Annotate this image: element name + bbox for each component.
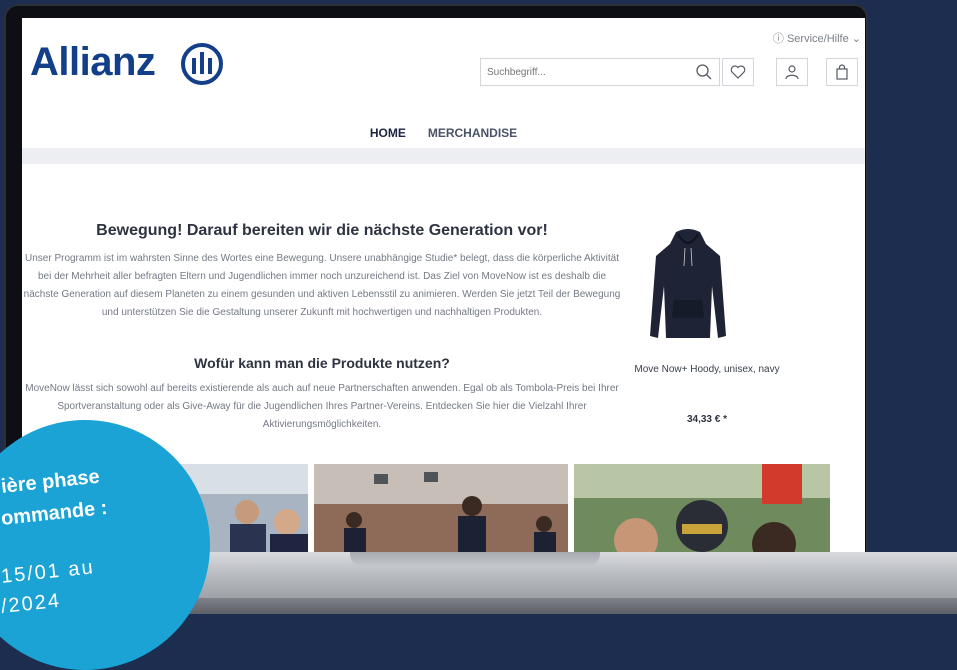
- product-price: 34,33 € *: [686, 414, 728, 425]
- allianz-eagle-logo[interactable]: [180, 42, 224, 86]
- section-heading-movement: Bewegung! Darauf bereiten wir die nächst…: [96, 222, 548, 239]
- search-box: [480, 58, 720, 86]
- section-heading-usage: Wofür kann man die Produkte nutzen?: [194, 355, 450, 371]
- heart-icon: [730, 65, 746, 79]
- allianz-logo-text[interactable]: Allianz: [30, 40, 156, 85]
- main-navigation: HOME MERCHANDISE: [22, 118, 865, 148]
- nav-item-home[interactable]: HOME: [370, 126, 406, 140]
- service-help-label: Service/Hilfe: [786, 33, 849, 45]
- nav-divider-band: [22, 148, 865, 164]
- product-name[interactable]: Move Now+ Hoody, unisex, navy: [622, 364, 792, 375]
- photo-gym-kids: [314, 464, 568, 558]
- section-paragraph-movement: Unser Programm ist im wahrsten Sinne des…: [23, 253, 621, 318]
- help-circle-icon: ⓘ: [772, 33, 784, 45]
- service-help-link[interactable]: ⓘ Service/Hilfe ⌄: [773, 30, 861, 46]
- laptop-hinge-notch: [350, 552, 600, 566]
- search-input[interactable]: [481, 59, 683, 85]
- product-image-hoodie[interactable]: [648, 226, 728, 352]
- photo-football-players: [574, 464, 830, 558]
- wishlist-button[interactable]: [722, 58, 754, 86]
- shopping-bag-icon: [836, 64, 848, 80]
- cart-button[interactable]: [826, 58, 858, 86]
- account-button[interactable]: [776, 58, 808, 86]
- nav-item-merchandise[interactable]: MERCHANDISE: [428, 126, 517, 140]
- user-icon: [785, 65, 799, 80]
- chevron-down-icon: ⌄: [851, 33, 861, 45]
- search-icon[interactable]: [695, 63, 713, 81]
